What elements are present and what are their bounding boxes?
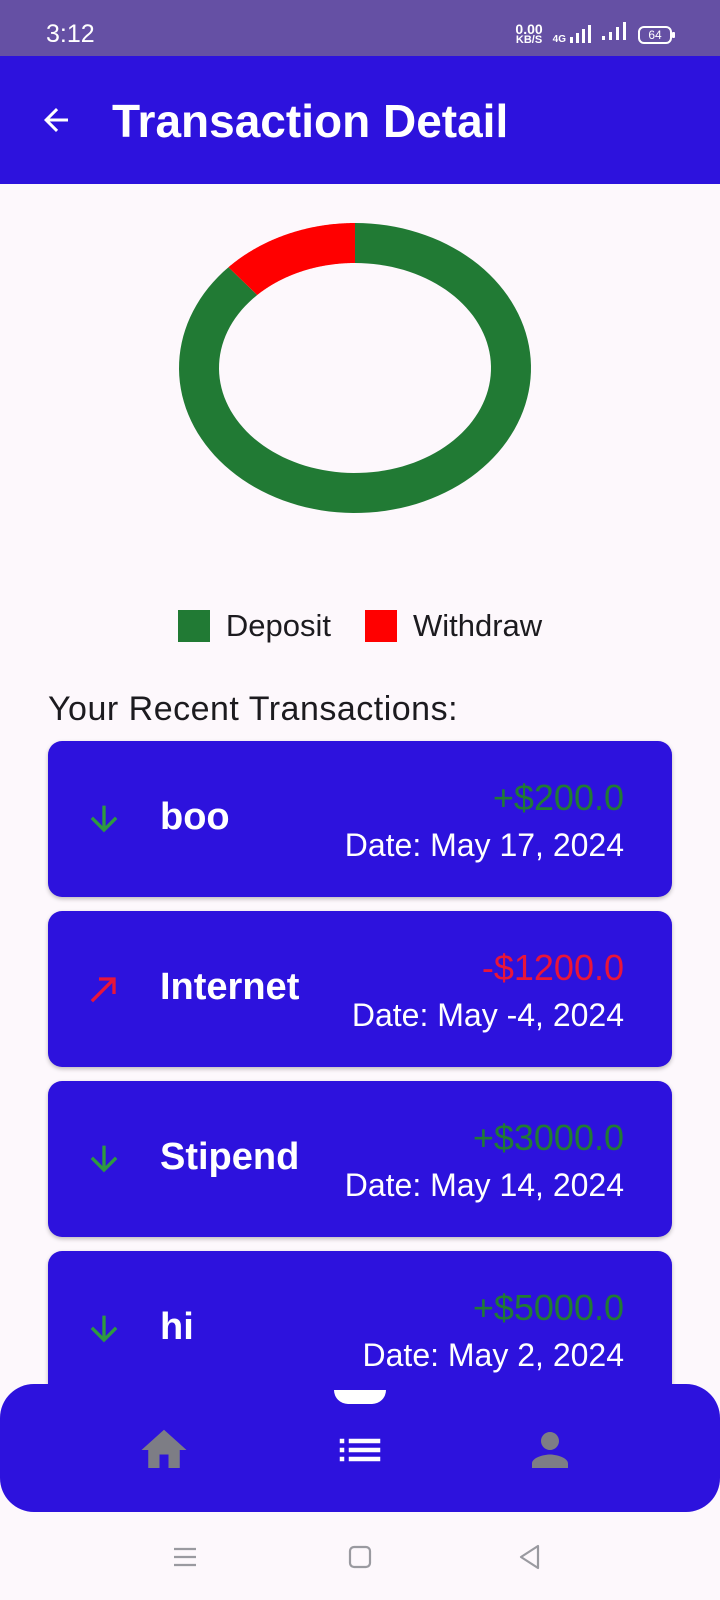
home-square-icon [348, 1545, 372, 1569]
person-icon [532, 1432, 568, 1468]
nav-selected-indicator [334, 1390, 386, 1404]
legend-item-withdraw: Withdraw [364, 608, 543, 644]
network-speed: 0.00 KB/S [515, 22, 543, 46]
network-speed-unit: KB/S [515, 33, 543, 46]
bottom-navigation [0, 1384, 720, 1512]
back-button[interactable] [32, 96, 80, 144]
status-bar: 3:12 0.00 KB/S 4G 64 [0, 0, 720, 56]
signal-4g-icon: 4G [552, 24, 592, 45]
network-type-label: 4G [552, 33, 566, 45]
transaction-amount: +$3000.0 [472, 1117, 624, 1158]
nav-transactions[interactable] [330, 1420, 390, 1480]
transaction-card[interactable]: boo +$200.0 Date: May 17, 2024 [48, 741, 672, 897]
arrow-down-icon [90, 805, 118, 833]
chart-legend: Deposit Withdraw [0, 608, 720, 644]
transaction-card[interactable]: Stipend +$3000.0 Date: May 14, 2024 [48, 1081, 672, 1237]
transaction-date: Date: May 14, 2024 [344, 1167, 624, 1203]
transaction-card[interactable]: Internet -$1200.0 Date: May -4, 2024 [48, 911, 672, 1067]
transaction-date: Date: May 17, 2024 [344, 827, 624, 863]
transaction-name: Stipend [160, 1136, 300, 1178]
signal-icon [602, 22, 628, 47]
transaction-name: boo [160, 796, 230, 838]
arrow-back-icon [44, 108, 68, 132]
legend-swatch-withdraw [364, 610, 397, 642]
transaction-date: Date: May 2, 2024 [362, 1337, 624, 1373]
home-icon [141, 1429, 187, 1468]
arrow-down-icon [90, 1145, 118, 1173]
nav-home[interactable] [134, 1420, 194, 1480]
arrow-up-right-icon [90, 977, 116, 1003]
transaction-date: Date: May -4, 2024 [351, 997, 624, 1033]
nav-profile[interactable] [520, 1420, 580, 1480]
donut-chart [179, 223, 531, 513]
legend-label-deposit: Deposit [225, 608, 331, 643]
legend-label-withdraw: Withdraw [412, 608, 543, 643]
status-time: 3:12 [46, 20, 95, 48]
section-title: Your Recent Transactions: [48, 690, 459, 728]
legend-swatch-deposit [177, 610, 210, 642]
transaction-name: Internet [160, 966, 300, 1008]
page-title: Transaction Detail [112, 95, 509, 147]
transaction-amount: +$5000.0 [472, 1287, 624, 1328]
status-icons: 0.00 KB/S 4G 64 [515, 22, 675, 47]
arrow-down-icon [90, 1315, 118, 1343]
donut-slice-withdraw [228, 223, 355, 295]
app-bar: Transaction Detail [0, 56, 720, 184]
system-navigation-bar [0, 1512, 720, 1600]
transaction-amount: +$200.0 [492, 777, 624, 818]
legend-item-deposit: Deposit [177, 608, 331, 644]
battery-icon: 64 [638, 25, 675, 44]
system-home-button[interactable] [345, 1542, 375, 1572]
back-triangle-icon [519, 1544, 540, 1570]
list-icon [339, 1438, 381, 1462]
transaction-amount: -$1200.0 [481, 947, 624, 988]
system-back-button[interactable] [515, 1542, 545, 1572]
transaction-name: hi [160, 1306, 194, 1348]
system-menu-button[interactable] [170, 1542, 200, 1572]
menu-icon [174, 1547, 196, 1567]
